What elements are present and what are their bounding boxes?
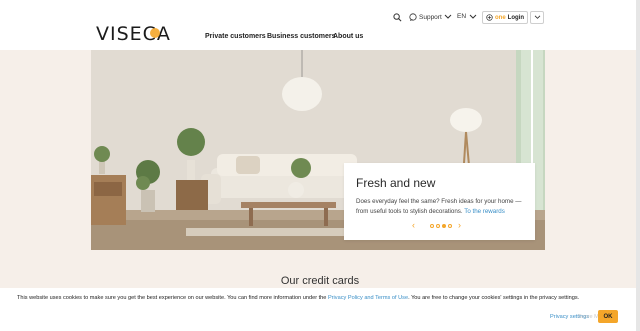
nav-private-customers[interactable]: Private customers [205, 33, 266, 40]
login-one-label: one [495, 14, 506, 21]
chevron-down-icon [469, 14, 477, 19]
carousel-dots [430, 224, 452, 228]
carousel-dot[interactable] [436, 224, 440, 228]
chat-icon [409, 13, 417, 21]
login-label: Login [507, 14, 524, 21]
carousel-next-icon[interactable]: › [458, 220, 461, 230]
support-label: Support [419, 13, 442, 21]
cookie-text-after: . You are free to change your cookies' s… [408, 295, 580, 301]
one-login-button[interactable]: one Login [482, 11, 528, 24]
login-dropdown-button[interactable] [530, 11, 544, 24]
logo-accent-dot [150, 28, 160, 38]
search-icon[interactable] [393, 13, 402, 22]
privacy-policy-link[interactable]: Privacy Policy and Terms of Use [328, 295, 408, 301]
rewards-link[interactable]: To the rewards [464, 208, 505, 215]
site-header: VISECA Private customers Business custom… [0, 0, 640, 50]
hero-promo-card: Fresh and new Does everyday feel the sam… [344, 163, 535, 240]
cookie-banner: This website uses cookies to make sure y… [0, 288, 640, 331]
cookie-ok-button[interactable]: OK [598, 310, 618, 323]
language-selector[interactable]: EN [457, 13, 477, 20]
carousel-dot[interactable] [430, 224, 434, 228]
nav-about-us[interactable]: About us [333, 33, 363, 40]
chevron-down-icon [444, 14, 452, 19]
support-menu[interactable]: Support [409, 13, 452, 21]
hero-description: Does everyday feel the same? Fresh ideas… [356, 197, 523, 216]
section-title: Our credit cards [280, 275, 360, 287]
chevron-down-icon [534, 15, 540, 19]
carousel-dot[interactable] [448, 224, 452, 228]
carousel-prev-icon[interactable]: ‹ [412, 220, 415, 230]
page-scrollbar[interactable] [636, 0, 640, 331]
plus-circle-icon [486, 14, 493, 21]
hero-title: Fresh and new [356, 176, 436, 190]
nav-business-customers[interactable]: Business customers [267, 33, 335, 40]
cookie-text: This website uses cookies to make sure y… [17, 295, 579, 301]
language-label: EN [457, 13, 467, 20]
cookie-text-before: This website uses cookies to make sure y… [17, 295, 327, 301]
carousel-dot-active[interactable] [442, 224, 446, 228]
